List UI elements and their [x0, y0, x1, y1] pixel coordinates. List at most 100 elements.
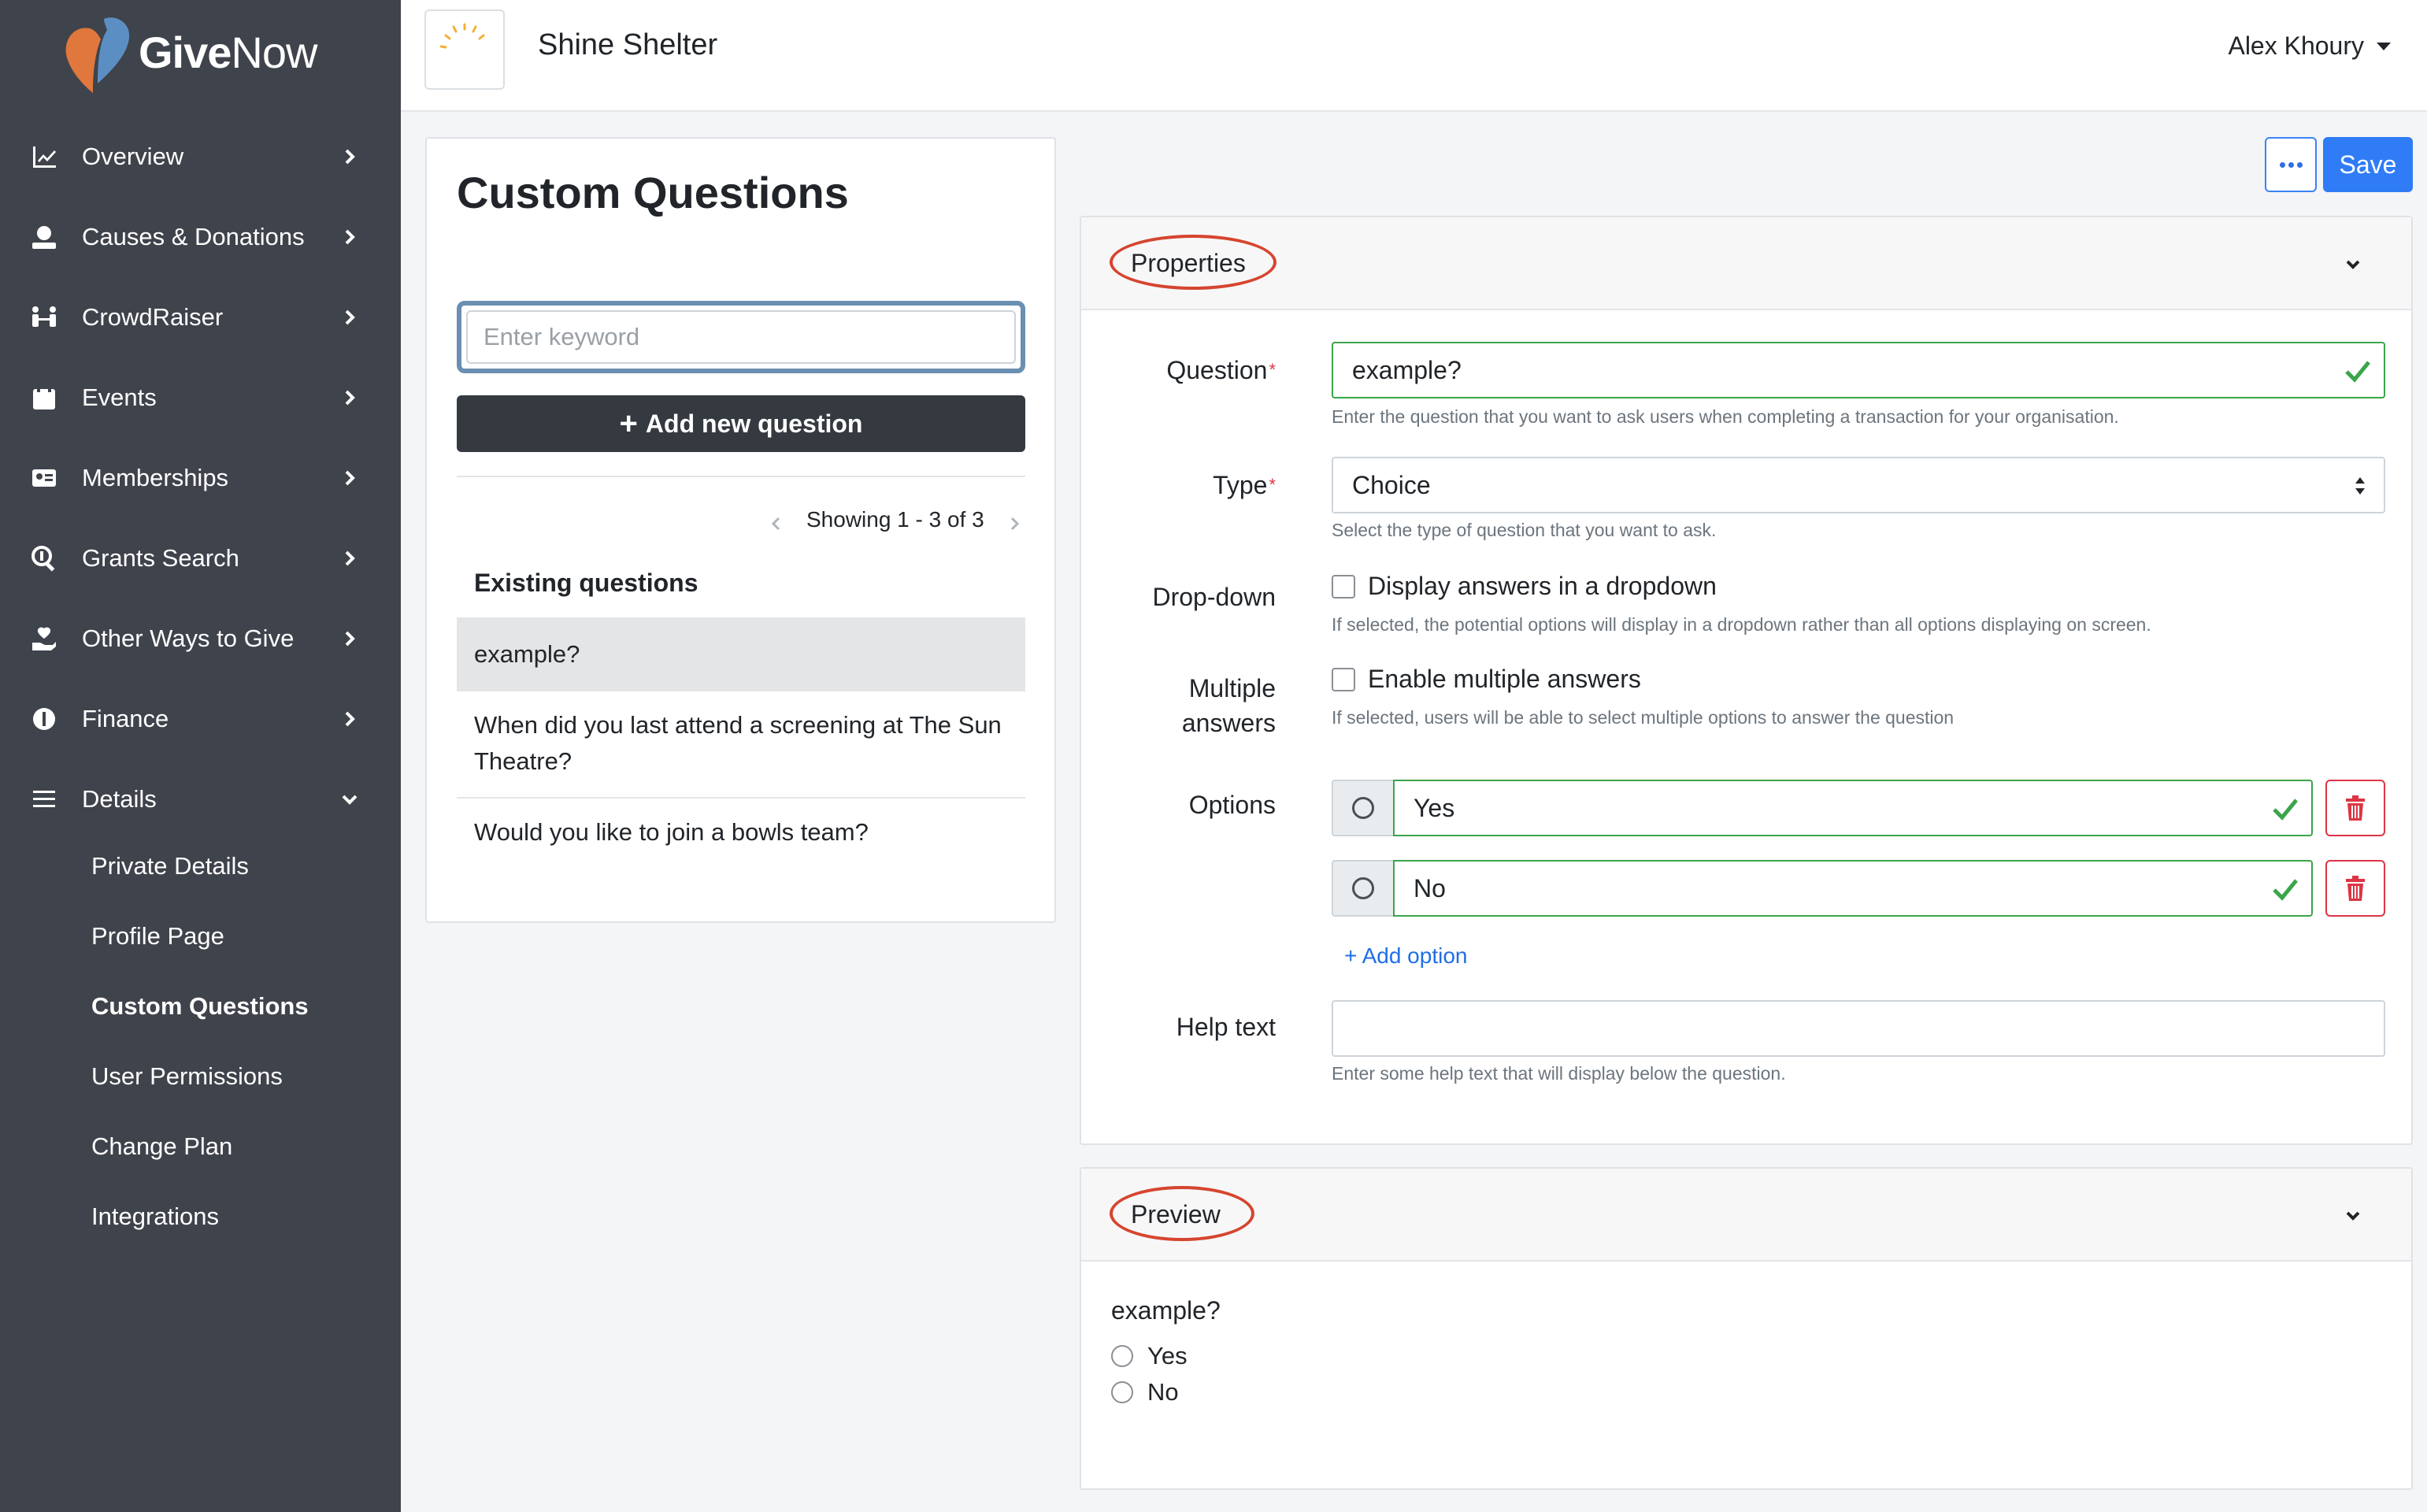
radio-button[interactable]	[1111, 1381, 1133, 1403]
chevron-right-icon	[340, 549, 359, 568]
dropdown-checkbox[interactable]	[1332, 575, 1355, 598]
sidebar-item-finance[interactable]: Finance	[0, 679, 401, 759]
save-button[interactable]: Save	[2323, 137, 2413, 192]
sidebar-item-label: Events	[82, 384, 157, 411]
options-label: Options	[1188, 791, 1276, 819]
question-list-item[interactable]: example?	[457, 617, 1025, 691]
pagination: Showing 1 - 3 of 3	[769, 507, 1022, 532]
multiple-answers-checkbox-label[interactable]: Enable multiple answers	[1368, 665, 1641, 694]
chart-line-icon	[30, 143, 58, 171]
sidebar-item-label: Finance	[82, 705, 169, 732]
coin-icon	[30, 705, 58, 733]
sidebar-subitem-profile-page[interactable]: Profile Page	[91, 917, 224, 956]
preview-title: Preview	[1131, 1200, 1221, 1228]
sidebar-item-other-ways-to-give[interactable]: Other Ways to Give	[0, 598, 401, 679]
top-bar: Shine Shelter Alex Khoury	[401, 0, 2427, 112]
option-value: No	[1414, 873, 1446, 902]
donate-icon	[30, 223, 58, 251]
existing-questions-heading: Existing questions	[474, 569, 698, 597]
option-input[interactable]: No	[1393, 860, 2313, 917]
help-text-label: Help text	[1176, 1013, 1276, 1041]
sidebar-item-label: Memberships	[82, 464, 229, 491]
calendar-icon	[30, 384, 58, 412]
check-icon	[2344, 359, 2371, 383]
sidebar-item-details[interactable]: Details	[0, 759, 401, 839]
add-option-link[interactable]: + Add option	[1344, 943, 1467, 969]
preview-question: example?	[1111, 1296, 1221, 1325]
hand-heart-icon	[30, 624, 58, 653]
type-select-value: Choice	[1352, 470, 1431, 499]
questions-list-panel: Custom Questions + Add new question Show…	[425, 137, 1056, 923]
sidebar-subitem-change-plan[interactable]: Change Plan	[91, 1127, 232, 1166]
sidebar-item-label: Overview	[82, 143, 184, 170]
sidebar-item-label: Details	[82, 785, 157, 813]
radio-button[interactable]	[1111, 1345, 1133, 1367]
caret-down-icon	[2377, 42, 2391, 50]
radio-icon	[1352, 797, 1374, 819]
pagination-text: Showing 1 - 3 of 3	[806, 507, 984, 532]
question-list-item[interactable]: When did you last attend a screening at …	[457, 704, 1025, 783]
preview-option[interactable]: Yes	[1111, 1342, 1188, 1370]
givenow-logo[interactable]: GiveNow	[58, 11, 317, 93]
option-input[interactable]: Yes	[1393, 780, 2313, 836]
chevron-right-icon	[340, 228, 359, 246]
multiple-answers-help-text: If selected, users will be able to selec…	[1332, 707, 1955, 728]
divider	[457, 476, 1025, 477]
type-select[interactable]: Choice	[1332, 457, 2385, 513]
search-input[interactable]	[466, 310, 1016, 364]
properties-card-header[interactable]: Properties	[1081, 217, 2411, 310]
sidebar-subitem-private-details[interactable]: Private Details	[91, 847, 249, 886]
logo-text-give: Give	[139, 27, 232, 77]
chevron-down-icon[interactable]	[2344, 1206, 2362, 1225]
chevron-right-icon	[340, 629, 359, 648]
help-text-input[interactable]	[1332, 1000, 2385, 1057]
sidebar-item-grants-search[interactable]: Grants Search	[0, 518, 401, 598]
logo-text-now: Now	[231, 27, 317, 77]
preview-card-header[interactable]: Preview	[1081, 1169, 2411, 1262]
question-help-text: Enter the question that you want to ask …	[1332, 406, 2119, 427]
help-text-help: Enter some help text that will display b…	[1332, 1063, 1786, 1084]
sidebar-item-crowdraiser[interactable]: CrowdRaiser	[0, 277, 401, 358]
preview-option-label: Yes	[1147, 1342, 1188, 1369]
org-logo	[424, 9, 505, 90]
search-dollar-icon	[30, 544, 58, 573]
sidebar-item-memberships[interactable]: Memberships	[0, 438, 401, 518]
list-icon	[30, 785, 58, 813]
chevron-right-icon	[340, 147, 359, 166]
add-new-question-button[interactable]: + Add new question	[457, 395, 1025, 452]
sidebar-subitem-integrations[interactable]: Integrations	[91, 1197, 219, 1236]
people-link-icon	[30, 303, 58, 332]
org-name: Shine Shelter	[538, 28, 718, 61]
preview-option[interactable]: No	[1111, 1378, 1179, 1406]
check-icon	[2272, 797, 2299, 821]
delete-option-button[interactable]	[2325, 780, 2385, 836]
sidebar-item-events[interactable]: Events	[0, 358, 401, 438]
type-help-text: Select the type of question that you wan…	[1332, 520, 1717, 540]
preview-card: Preview example? Yes No	[1080, 1167, 2413, 1490]
more-options-button[interactable]	[2265, 137, 2317, 192]
required-asterisk: *	[1269, 475, 1276, 495]
dropdown-help-text: If selected, the potential options will …	[1332, 614, 2151, 635]
properties-card: Properties Question* example? Enter the …	[1080, 216, 2413, 1145]
dropdown-checkbox-label[interactable]: Display answers in a dropdown	[1368, 572, 1717, 601]
radio-icon	[1352, 877, 1374, 899]
multiple-answers-checkbox[interactable]	[1332, 668, 1355, 691]
question-input[interactable]: example?	[1332, 342, 2385, 398]
plus-icon: +	[619, 406, 638, 441]
chevron-left-icon[interactable]	[769, 512, 784, 531]
option-radio-prefix	[1332, 780, 1395, 836]
sidebar-item-label: Other Ways to Give	[82, 624, 295, 652]
user-menu[interactable]: Alex Khoury	[2228, 32, 2391, 61]
sidebar-subitem-custom-questions[interactable]: Custom Questions	[91, 987, 309, 1026]
trash-icon	[2346, 876, 2365, 901]
delete-option-button[interactable]	[2325, 860, 2385, 917]
question-list-item[interactable]: Would you like to join a bowls team?	[457, 814, 1025, 858]
sidebar-item-overview[interactable]: Overview	[0, 117, 401, 197]
dot	[2279, 161, 2285, 168]
sun-logo-icon	[439, 23, 485, 69]
chevron-right-icon[interactable]	[1006, 512, 1022, 531]
sidebar-item-causes-donations[interactable]: Causes & Donations	[0, 197, 401, 277]
chevron-down-icon[interactable]	[2344, 255, 2362, 274]
sidebar-subitem-user-permissions[interactable]: User Permissions	[91, 1057, 283, 1096]
chevron-down-icon	[340, 790, 359, 809]
